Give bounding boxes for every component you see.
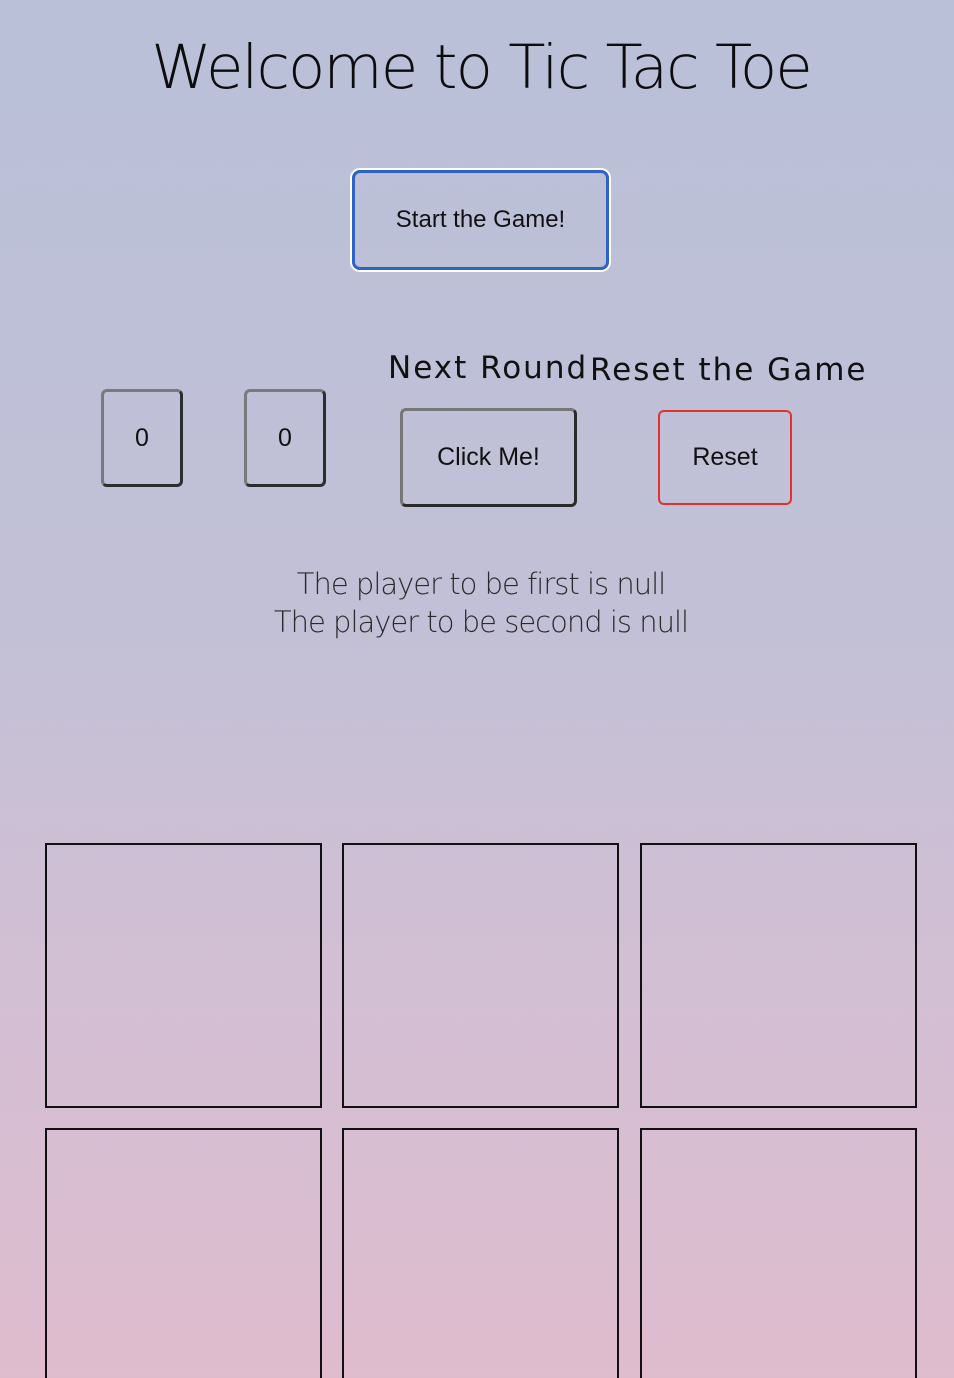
next-round-button[interactable]: Click Me! [400,408,577,507]
board-cell-1[interactable] [45,843,322,1108]
first-player-status: The player to be first is null [296,567,666,601]
reset-button[interactable]: Reset [658,410,792,505]
board-cell-3[interactable] [640,843,917,1108]
start-game-button[interactable]: Start the Game! [352,170,609,270]
player-one-score: 0 [101,389,183,487]
reset-game-heading: Reset the Game [590,352,868,388]
board-cell-6[interactable] [640,1128,917,1378]
board-cell-4[interactable] [45,1128,322,1378]
board-cell-2[interactable] [342,843,619,1108]
second-player-status: The player to be second is null [273,605,689,639]
player-two-score: 0 [244,389,326,487]
board-cell-5[interactable] [342,1128,619,1378]
page-title: Welcome to Tic Tac Toe [151,32,813,103]
next-round-heading: Next Round [388,350,589,386]
